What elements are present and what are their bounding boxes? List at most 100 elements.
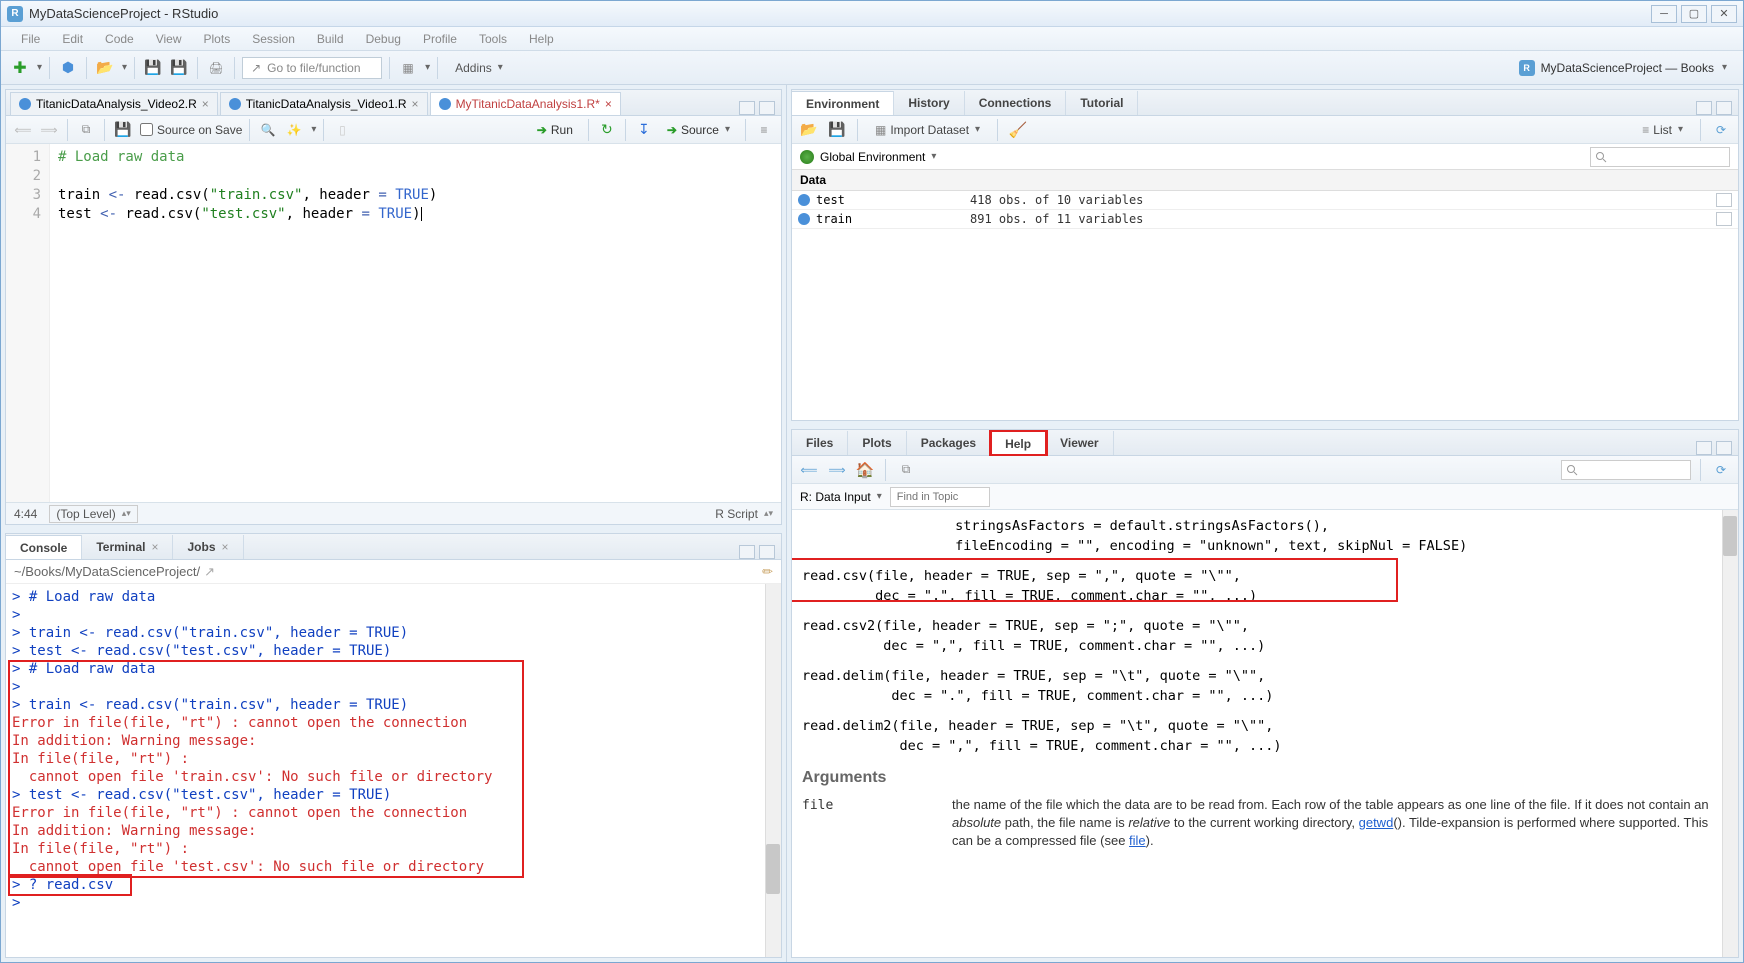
menu-help[interactable]: Help [519, 29, 564, 49]
rerun-icon[interactable]: ↻ [596, 119, 618, 141]
menu-edit[interactable]: Edit [52, 29, 93, 49]
console-scrollbar[interactable] [765, 584, 781, 957]
expand-icon[interactable] [798, 194, 810, 206]
project-selector[interactable]: R MyDataScienceProject — Books ▾ [1511, 57, 1735, 79]
scope-selector[interactable]: (Top Level) ▴▾ [49, 505, 137, 523]
source-button[interactable]: ➔ Source ▾ [659, 121, 738, 139]
grid-icon[interactable]: ▦ [397, 57, 419, 79]
code-text[interactable]: # Load raw data train <- read.csv("train… [50, 144, 781, 502]
menu-build[interactable]: Build [307, 29, 354, 49]
outline-icon[interactable]: ≡ [753, 119, 775, 141]
menu-session[interactable]: Session [242, 29, 305, 49]
minimize-button[interactable]: ─ [1651, 5, 1677, 23]
help-scrollbar[interactable] [1722, 510, 1738, 957]
open-file-icon[interactable]: 📂 [94, 57, 116, 79]
save-icon[interactable]: 💾 [142, 57, 164, 79]
help-popout-icon[interactable]: ⧉ [895, 459, 917, 481]
data-row-train[interactable]: train 891 obs. of 11 variables [792, 210, 1738, 229]
refresh-icon[interactable]: ⟳ [1710, 119, 1732, 141]
source-tab-video2[interactable]: TitanicDataAnalysis_Video2.R × [10, 92, 218, 115]
find-in-topic-input[interactable] [890, 487, 990, 507]
code-editor[interactable]: 1234 # Load raw data train <- read.csv("… [6, 144, 781, 502]
notebook-icon[interactable]: ▯ [331, 119, 353, 141]
data-row-test[interactable]: test 418 obs. of 10 variables [792, 191, 1738, 210]
tab-files[interactable]: Files [792, 431, 848, 455]
close-tab-icon[interactable]: × [605, 97, 612, 111]
grid-dropdown[interactable]: ▾ [425, 62, 430, 73]
addins-button[interactable]: Addins ▾ [445, 58, 513, 78]
getwd-link[interactable]: getwd [1359, 815, 1394, 830]
save-workspace-icon[interactable]: 💾 [826, 119, 848, 141]
file-mode-selector[interactable]: R Script ▴▾ [715, 507, 773, 521]
tab-jobs[interactable]: Jobs× [173, 535, 243, 559]
path-arrow-icon[interactable]: ↗ [204, 564, 215, 580]
source-tab-mytitanic[interactable]: MyTitanicDataAnalysis1.R* × [430, 92, 621, 115]
menu-view[interactable]: View [146, 29, 192, 49]
print-icon[interactable]: 🖨 [205, 57, 227, 79]
forward-icon[interactable]: ⟹ [38, 119, 60, 141]
clear-console-icon[interactable]: ✏ [762, 564, 773, 580]
open-recent-dropdown[interactable]: ▾ [122, 62, 127, 73]
tab-history[interactable]: History [894, 91, 964, 115]
tab-packages[interactable]: Packages [907, 431, 991, 455]
save-all-icon[interactable]: 💾 [168, 57, 190, 79]
back-icon[interactable]: ⟸ [12, 119, 34, 141]
goto-file-input[interactable]: ↗ Go to file/function [242, 57, 382, 79]
minimize-pane-icon[interactable] [739, 101, 755, 115]
source-tab-video1[interactable]: TitanicDataAnalysis_Video1.R × [220, 92, 428, 115]
new-file-dropdown[interactable]: ▾ [37, 62, 42, 73]
save-icon[interactable]: 💾 [112, 119, 134, 141]
console-output[interactable]: > # Load raw data> > train <- read.csv("… [6, 584, 781, 957]
help-forward-icon[interactable]: ⟹ [826, 459, 848, 481]
view-data-icon[interactable] [1716, 212, 1732, 226]
menu-code[interactable]: Code [95, 29, 144, 49]
new-file-icon[interactable]: ✚ [9, 57, 31, 79]
help-search-input[interactable] [1561, 460, 1691, 480]
maximize-pane-icon[interactable] [759, 101, 775, 115]
import-dataset-button[interactable]: ▦ Import Dataset ▾ [867, 120, 988, 140]
minimize-pane-icon[interactable] [1696, 101, 1712, 115]
view-data-icon[interactable] [1716, 193, 1732, 207]
tab-viewer[interactable]: Viewer [1046, 431, 1113, 455]
close-tab-icon[interactable]: × [412, 97, 419, 111]
tab-tutorial[interactable]: Tutorial [1066, 91, 1138, 115]
minimize-pane-icon[interactable] [739, 545, 755, 559]
tab-connections[interactable]: Connections [965, 91, 1067, 115]
show-in-new-window-icon[interactable]: ⧉ [75, 119, 97, 141]
find-icon[interactable]: 🔍 [257, 119, 279, 141]
menu-file[interactable]: File [11, 29, 50, 49]
help-content[interactable]: stringsAsFactors = default.stringsAsFact… [792, 510, 1738, 957]
close-tab-icon[interactable]: × [202, 97, 209, 111]
menu-debug[interactable]: Debug [356, 29, 411, 49]
file-link[interactable]: file [1129, 833, 1146, 848]
help-topic-selector[interactable]: R: Data Input ▾ [800, 490, 882, 504]
help-refresh-icon[interactable]: ⟳ [1710, 459, 1732, 481]
go-to-section-icon[interactable]: ↧ [633, 119, 655, 141]
maximize-pane-icon[interactable] [759, 545, 775, 559]
clear-workspace-icon[interactable]: 🧹 [1007, 119, 1029, 141]
menu-tools[interactable]: Tools [469, 29, 517, 49]
source-on-save-checkbox[interactable] [140, 123, 153, 136]
tab-help[interactable]: Help [991, 431, 1046, 455]
expand-icon[interactable] [798, 213, 810, 225]
scrollbar-thumb[interactable] [766, 844, 780, 894]
tab-environment[interactable]: Environment [792, 91, 894, 115]
menu-plots[interactable]: Plots [194, 29, 241, 49]
maximize-button[interactable]: ▢ [1681, 5, 1707, 23]
tab-terminal[interactable]: Terminal× [82, 535, 173, 559]
wand-icon[interactable]: ✨ [283, 119, 305, 141]
help-home-icon[interactable]: 🏠 [854, 459, 876, 481]
environment-search-input[interactable] [1590, 147, 1730, 167]
tab-plots[interactable]: Plots [848, 431, 906, 455]
scope-selector[interactable]: Global Environment ▾ [820, 150, 936, 164]
list-view-selector[interactable]: ≡ List ▾ [1634, 120, 1691, 140]
scrollbar-thumb[interactable] [1723, 516, 1737, 556]
load-workspace-icon[interactable]: 📂 [798, 119, 820, 141]
maximize-pane-icon[interactable] [1716, 101, 1732, 115]
new-project-icon[interactable]: ⬢ [57, 57, 79, 79]
menu-profile[interactable]: Profile [413, 29, 467, 49]
minimize-pane-icon[interactable] [1696, 441, 1712, 455]
tab-console[interactable]: Console [6, 535, 82, 559]
run-button[interactable]: ➔ Run [529, 121, 581, 139]
close-button[interactable]: ✕ [1711, 5, 1737, 23]
